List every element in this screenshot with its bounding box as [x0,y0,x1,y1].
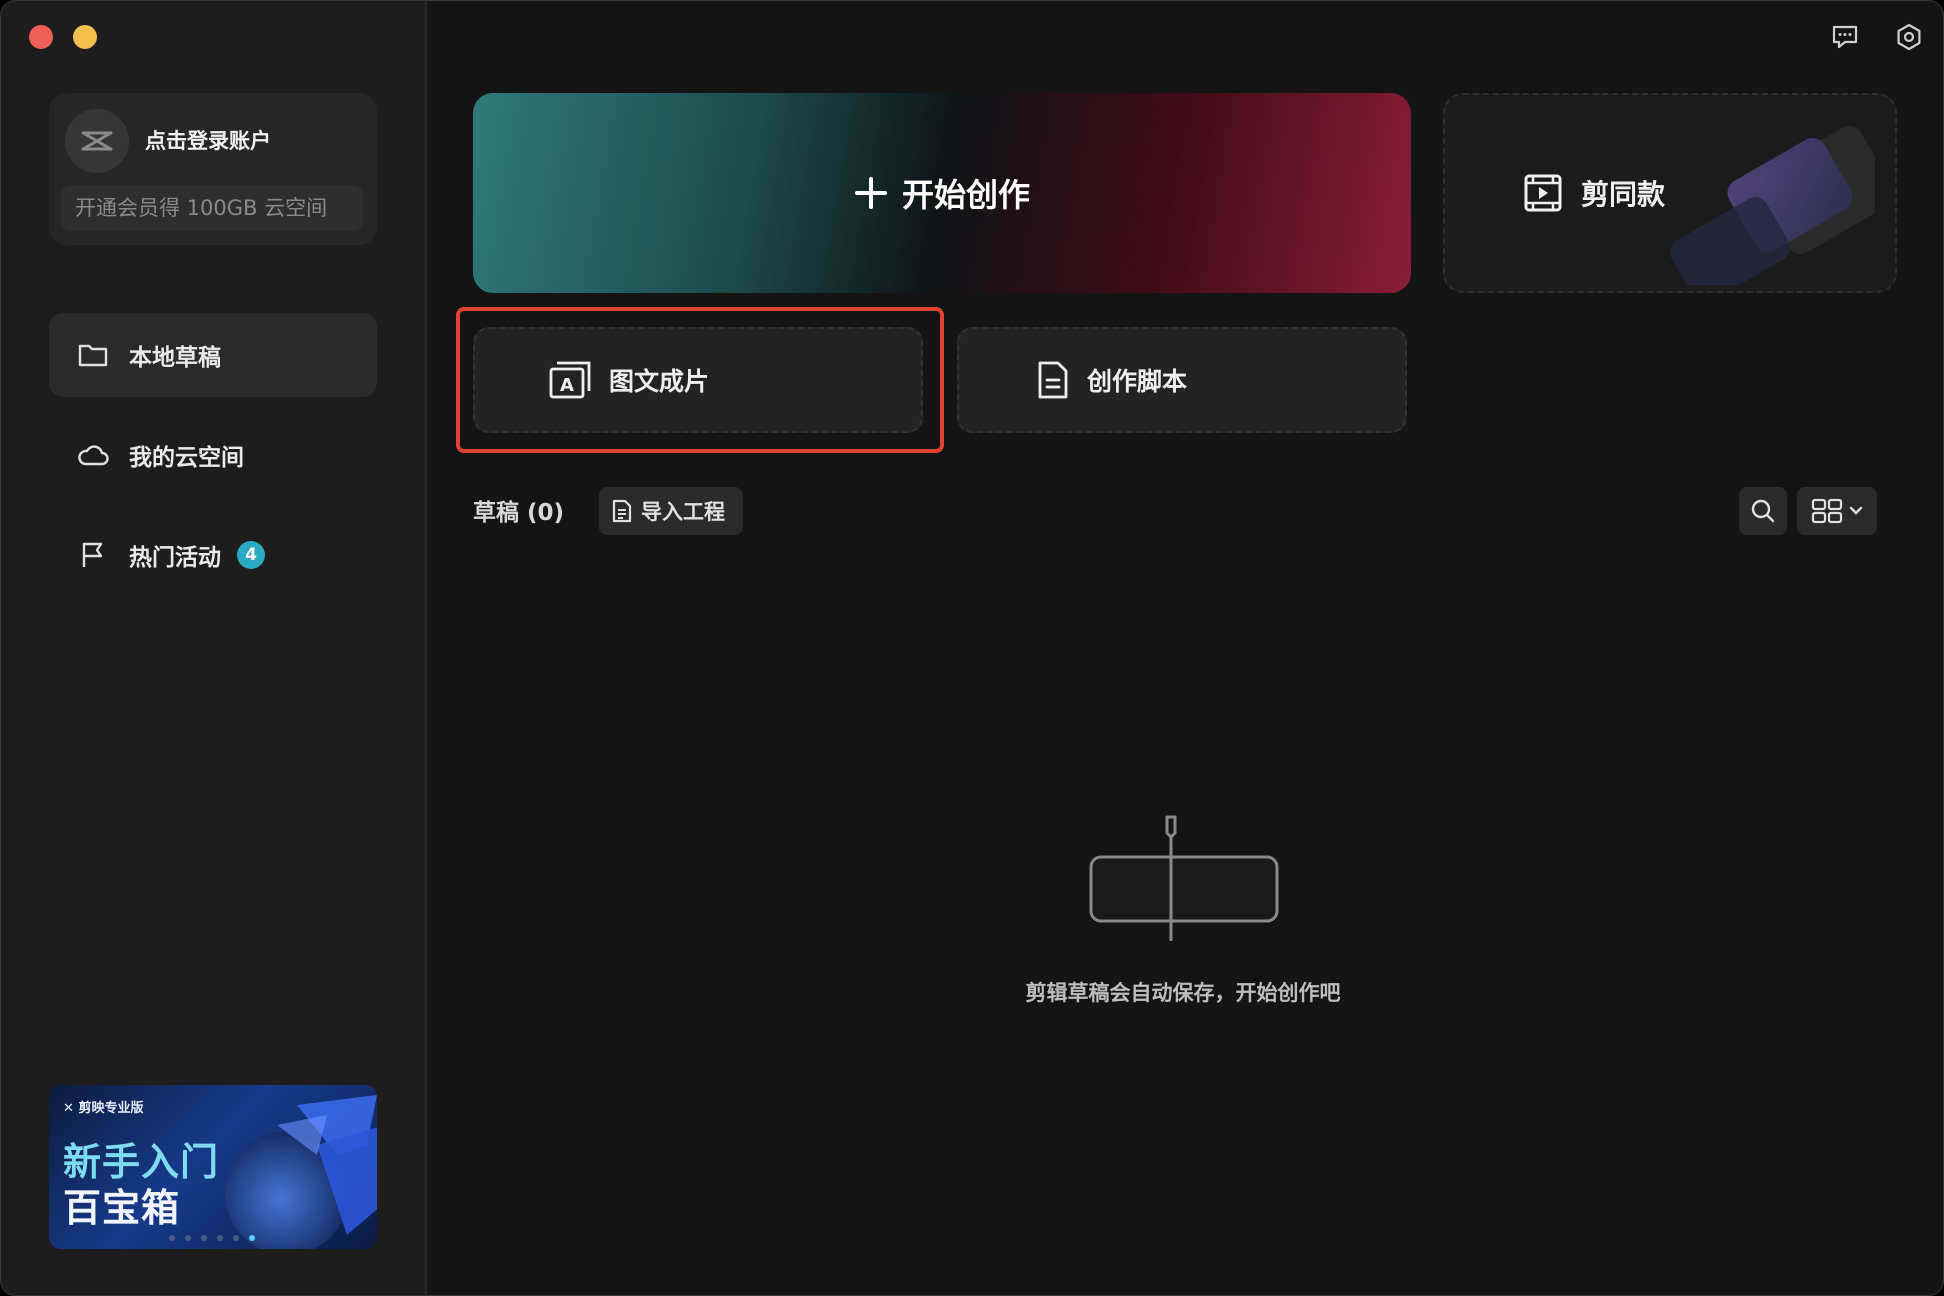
chevron-down-icon [1849,506,1863,515]
app-window: 点击登录账户 开通会员得 100GB 云空间 本地草稿 我的云空间 热门活动 4 [0,0,1944,1296]
minimize-window-button[interactable] [73,25,97,49]
create-script-label: 创作脚本 [1087,367,1188,396]
cloud-icon [77,439,109,471]
carousel-dots[interactable] [169,1235,255,1241]
sidebar-item-cloud-space[interactable]: 我的云空间 [49,413,377,497]
settings-icon[interactable] [1893,21,1925,53]
beginner-guide-banner[interactable]: ✕ 剪映专业版 新手入门 百宝箱 [49,1085,377,1249]
start-creating-button[interactable]: 开始创作 [473,93,1411,293]
carousel-dot[interactable] [217,1235,223,1241]
cut-same-label: 剪同款 [1581,178,1666,211]
sidebar-item-label: 我的云空间 [129,445,244,471]
banner-logo: ✕ 剪映专业版 [63,1097,143,1116]
capcut-logo-icon: ✕ [63,1101,74,1116]
highlight-box [456,307,944,453]
folder-icon [77,339,109,371]
notification-badge: 4 [237,541,265,569]
login-account-link[interactable]: 点击登录账户 [145,125,271,155]
avatar[interactable] [65,109,129,173]
document-icon [612,499,632,523]
empty-state-message: 剪辑草稿会自动保存，开始创作吧 [1025,981,1341,1005]
view-mode-dropdown[interactable] [1797,487,1877,535]
empty-drafts-illustration [1089,815,1279,941]
carousel-dot[interactable] [233,1235,239,1241]
create-script-button[interactable]: 创作脚本 [957,327,1407,433]
video-template-icon [1524,174,1562,212]
cut-same-button[interactable]: 剪同款 [1443,93,1897,293]
search-button[interactable] [1739,487,1787,535]
script-document-icon [1038,361,1068,399]
plus-icon [854,177,887,209]
feedback-icon[interactable] [1829,21,1861,53]
vip-promo[interactable]: 开通会员得 100GB 云空间 [61,185,363,231]
start-creating-label: 开始创作 [901,176,1030,214]
drafts-title: 草稿 (0) [473,500,565,526]
banner-art-graphic [225,1095,377,1249]
sidebar: 点击登录账户 开通会员得 100GB 云空间 本地草稿 我的云空间 热门活动 4 [1,1,427,1295]
banner-logo-text: 剪映专业版 [78,1101,144,1116]
import-project-label: 导入工程 [641,500,725,524]
grid-view-icon [1811,498,1843,524]
account-card[interactable]: 点击登录账户 开通会员得 100GB 云空间 [49,93,377,245]
import-project-button[interactable]: 导入工程 [599,487,743,535]
carousel-dot[interactable] [201,1235,207,1241]
carousel-dot[interactable] [169,1235,175,1241]
close-window-button[interactable] [29,25,53,49]
sidebar-item-label: 本地草稿 [129,345,221,371]
search-icon [1751,499,1775,523]
banner-title-line2: 百宝箱 [63,1186,181,1230]
sidebar-item-label: 热门活动 [129,545,221,571]
carousel-dot[interactable] [185,1235,191,1241]
sidebar-item-hot-events[interactable]: 热门活动 4 [49,513,377,597]
sidebar-item-local-drafts[interactable]: 本地草稿 [49,313,377,397]
flag-icon [77,539,109,571]
decorative-cards-graphic [1669,126,1875,285]
capcut-logo-icon [81,131,113,151]
carousel-dot-active[interactable] [249,1235,255,1241]
